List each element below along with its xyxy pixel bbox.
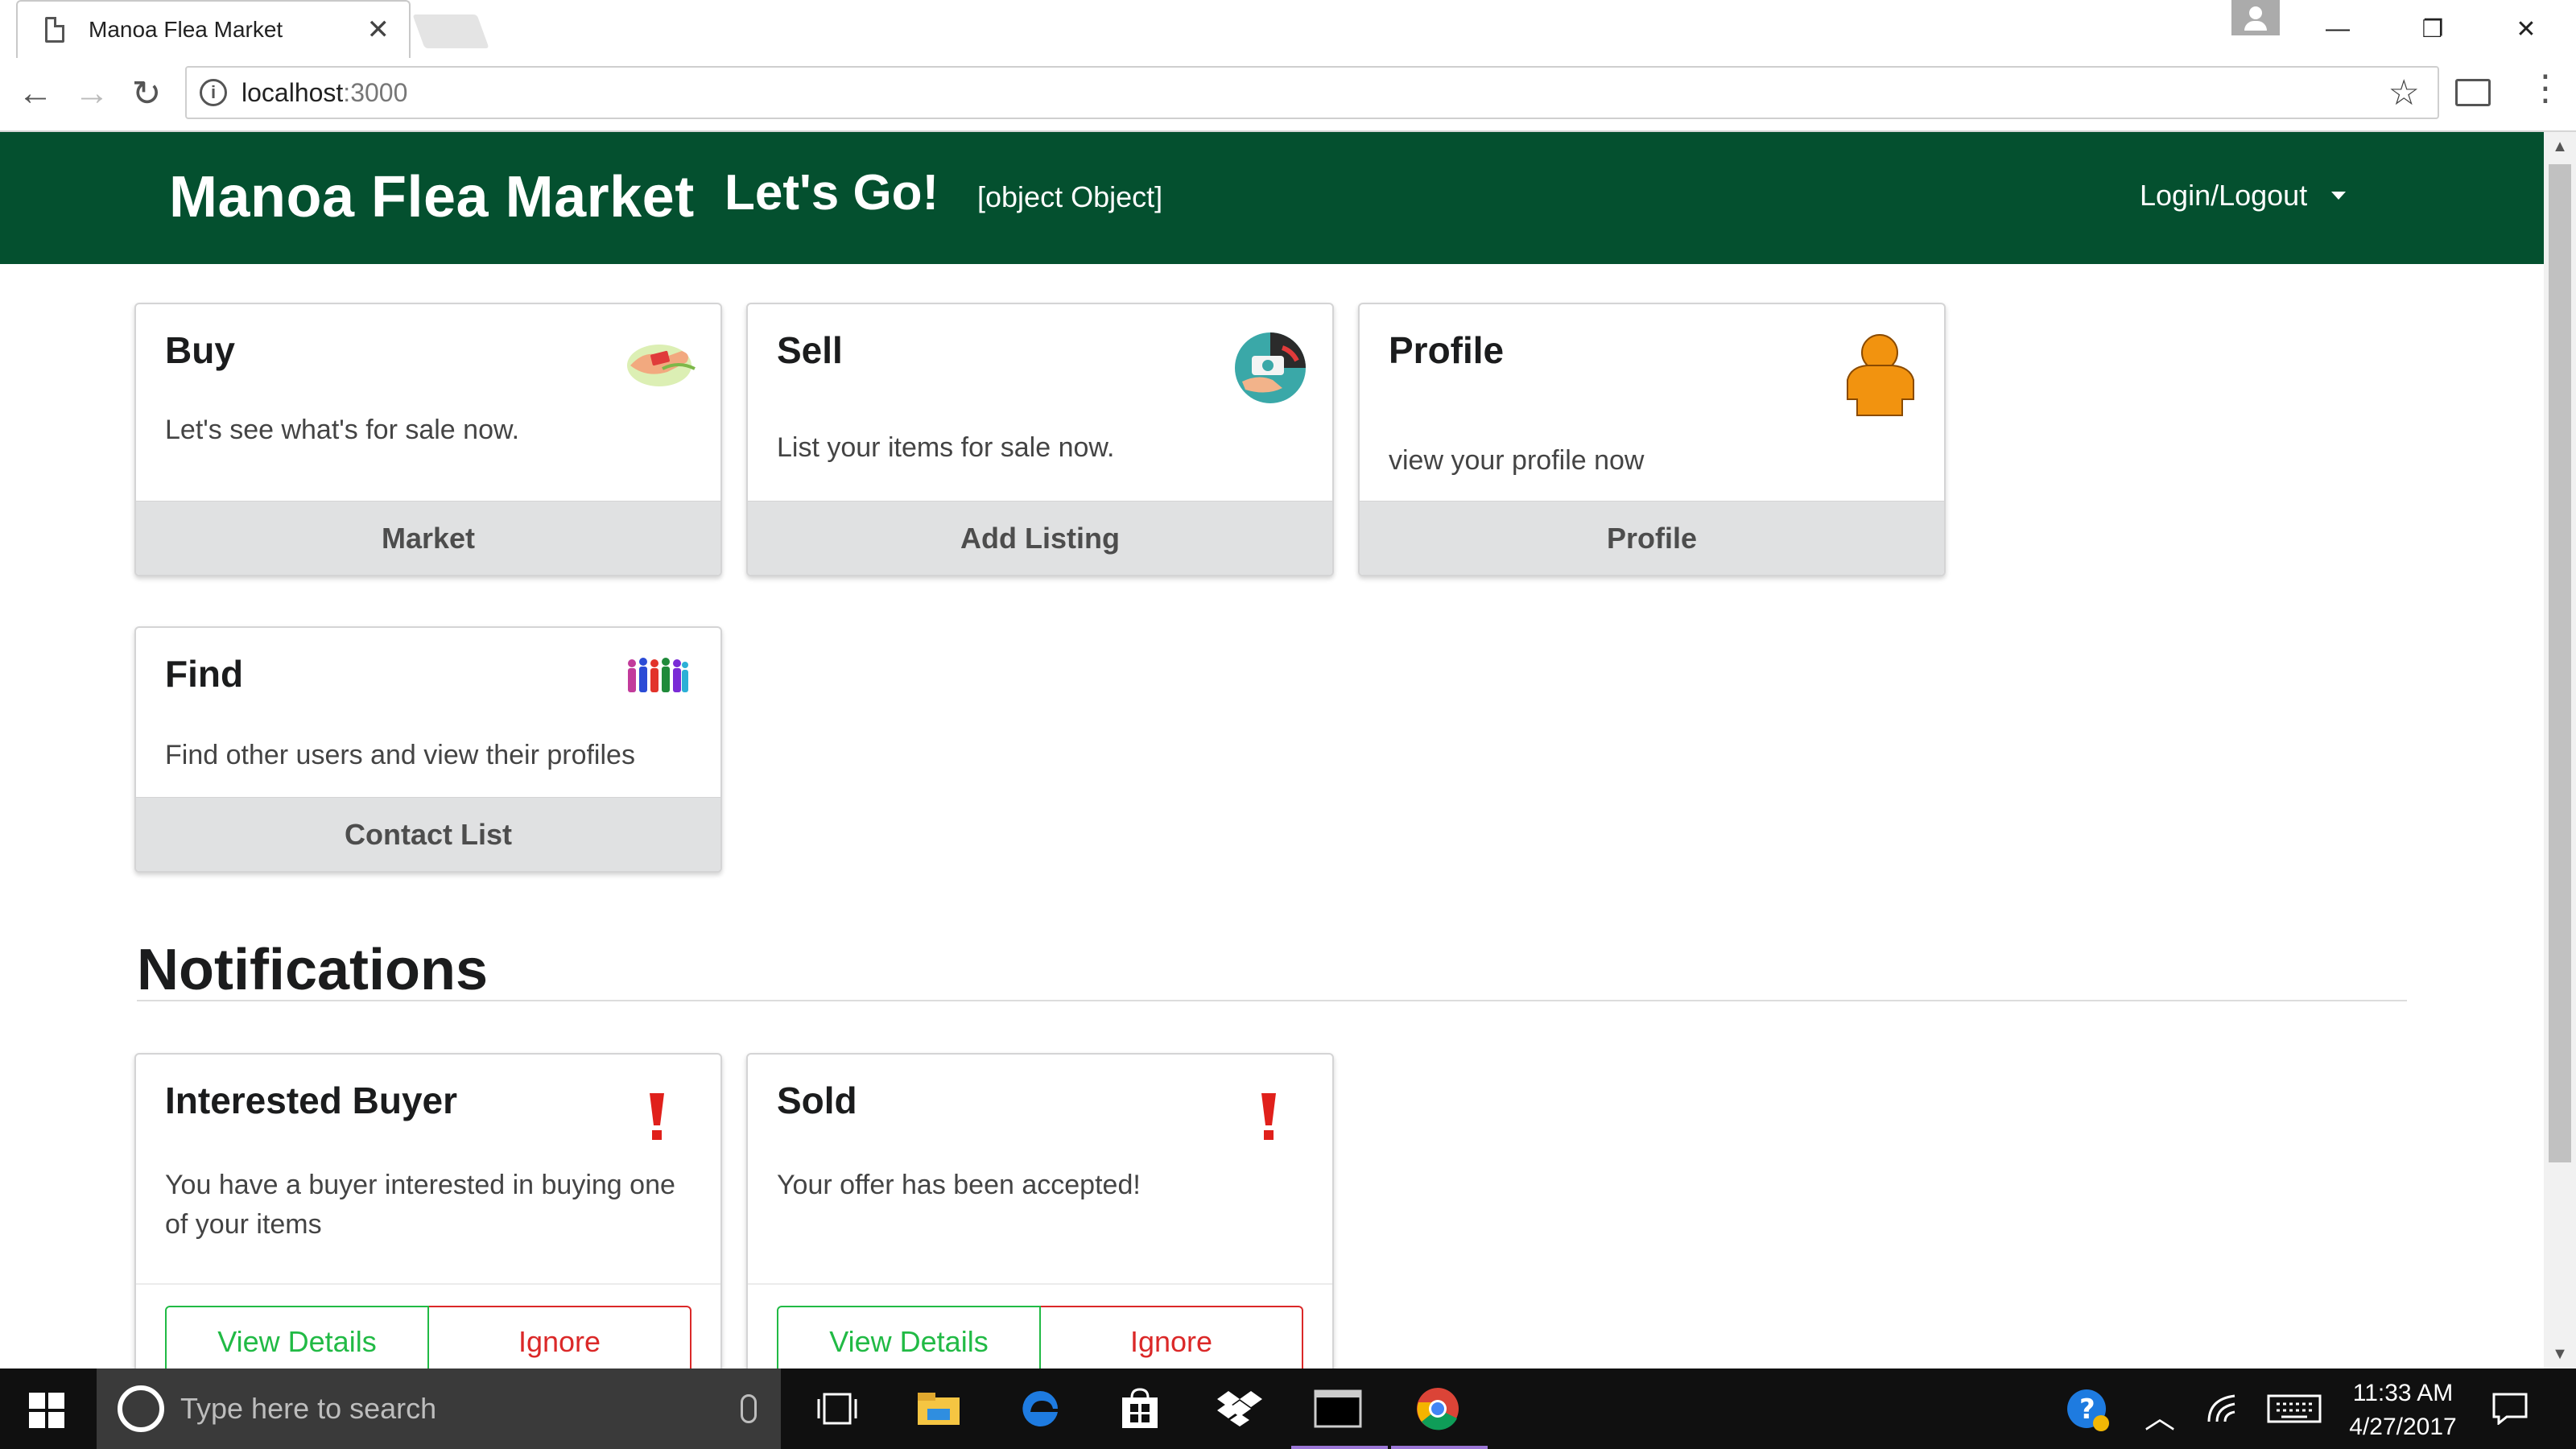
new-tab-button[interactable] [412,14,489,48]
profile-button[interactable]: Profile [1360,501,1944,575]
reload-icon[interactable]: ↻ [122,69,171,118]
exclamation-icon [650,1093,664,1140]
notifications-heading: Notifications [137,938,489,1002]
hands-exchange-icon [627,345,696,386]
back-arrow-icon[interactable]: ← [11,69,60,118]
section-divider [137,1000,2407,1001]
minimize-button[interactable]: — [2306,0,2370,58]
tab-title: Manoa Flea Market [89,17,283,42]
card-separator [136,1283,720,1285]
add-listing-button[interactable]: Add Listing [748,501,1332,575]
scroll-up-arrow-icon[interactable]: ▲ [2544,132,2576,161]
object-text: [object Object] [977,180,1163,213]
cast-icon[interactable] [2455,79,2491,106]
info-icon[interactable]: i [200,79,227,106]
card-header: Find [165,653,244,695]
store-icon[interactable] [1116,1385,1164,1433]
page-viewport: Manoa Flea Market Let's Go! [object Obje… [0,132,2544,1368]
file-explorer-icon[interactable] [914,1385,963,1433]
system-clock[interactable]: 11:33 AM 4/27/2017 [2343,1377,2463,1444]
terminal-active-indicator [1291,1446,1388,1449]
view-details-button[interactable]: View Details [165,1306,429,1368]
contact-list-button[interactable]: Contact List [136,797,720,871]
browser-tab[interactable]: Manoa Flea Market ✕ [16,0,411,58]
taskbar-search[interactable]: Type here to search [97,1368,781,1449]
person-icon [1847,334,1914,416]
site-navbar: Manoa Flea Market Let's Go! [object Obje… [0,132,2544,264]
ignore-button[interactable]: Ignore [1041,1306,1303,1368]
tab-close-icon[interactable]: ✕ [367,16,390,43]
card-header: Sold [777,1080,857,1121]
lets-go-link[interactable]: Let's Go! [724,164,939,221]
exclamation-icon [1261,1093,1276,1140]
scroll-thumb[interactable] [2549,164,2571,1162]
card-header: Interested Buyer [165,1080,458,1121]
card-description: view your profile now [1389,445,1645,476]
find-card: Find Find other users and view their pro… [134,626,722,873]
address-bar[interactable]: i localhost:3000 ☆ [185,66,2439,119]
dropdown-caret-icon [2331,192,2347,200]
people-group-icon [628,658,688,692]
money-exchange-icon [1235,332,1306,403]
clock-date: 4/27/2017 [2349,1414,2457,1440]
browser-menu-icon[interactable]: ⋮ [2528,71,2563,106]
notification-card: Sold Your offer has been accepted! View … [746,1053,1334,1368]
url-host: localhost [242,77,344,107]
url-port: :3000 [343,77,408,107]
card-description: Your offer has been accepted! [777,1170,1141,1200]
page-scrollbar[interactable]: ▲ ▼ [2544,132,2576,1368]
card-description: Let's see what's for sale now. [165,415,520,445]
card-header: Profile [1389,329,1505,371]
terminal-icon[interactable] [1314,1385,1362,1433]
card-header: Sell [777,329,843,371]
card-separator [748,1283,1332,1285]
notification-actions: View Details Ignore [165,1306,691,1368]
wifi-icon[interactable] [2206,1393,2241,1433]
scroll-down-arrow-icon[interactable]: ▼ [2544,1340,2576,1368]
close-window-button[interactable]: ✕ [2494,0,2558,58]
browser-tab-bar: Manoa Flea Market ✕ — ❐ ✕ [0,0,2576,58]
forward-arrow-icon[interactable]: → [68,69,116,118]
dropbox-icon[interactable] [1216,1385,1264,1433]
help-icon[interactable]: ? [2066,1388,2111,1441]
login-logout-label: Login/Logout [2140,179,2308,212]
view-details-button[interactable]: View Details [777,1306,1041,1368]
card-description: List your items for sale now. [777,432,1115,463]
task-view-icon[interactable] [813,1385,861,1433]
notification-card: Interested Buyer You have a buyer intere… [134,1053,722,1368]
profile-card: Profile view your profile now Profile [1358,303,1946,576]
ignore-button[interactable]: Ignore [429,1306,691,1368]
notification-actions: View Details Ignore [777,1306,1303,1368]
keyboard-icon[interactable] [2267,1393,2322,1433]
sell-card: Sell List your items for sale now. Add L… [746,303,1334,576]
page-icon [45,17,64,43]
card-description: You have a buyer interested in buying on… [165,1170,675,1241]
microphone-icon[interactable] [741,1394,757,1423]
bookmark-star-icon[interactable]: ☆ [2388,72,2420,114]
market-button[interactable]: Market [136,501,720,575]
browser-toolbar: ← → ↻ i localhost:3000 ☆ ⋮ [0,58,2576,132]
card-header: Buy [165,329,235,371]
show-hidden-icons-icon[interactable]: ︿ [2145,1393,2175,1437]
edge-browser-icon[interactable] [1016,1385,1064,1433]
profile-avatar-icon[interactable] [2231,0,2280,35]
cortana-icon[interactable] [118,1385,164,1432]
card-description: Find other users and view their profiles [165,740,635,770]
windows-start-icon[interactable] [29,1393,64,1428]
windows-taskbar: Type here to search ? ︿ 11:33 AM 4/27/20… [0,1368,2576,1449]
chrome-icon[interactable] [1414,1385,1462,1433]
clock-time: 11:33 AM [2352,1380,2454,1406]
buy-card: Buy Let's see what's for sale now. Marke… [134,303,722,576]
svg-text:?: ? [2079,1393,2095,1426]
login-logout-dropdown[interactable]: Login/Logout [2140,179,2347,213]
notifications-center-icon[interactable] [2492,1393,2528,1433]
restore-button[interactable]: ❐ [2401,0,2465,58]
brand-link[interactable]: Manoa Flea Market [169,164,695,230]
search-placeholder: Type here to search [180,1392,437,1425]
chrome-active-indicator [1391,1446,1488,1449]
